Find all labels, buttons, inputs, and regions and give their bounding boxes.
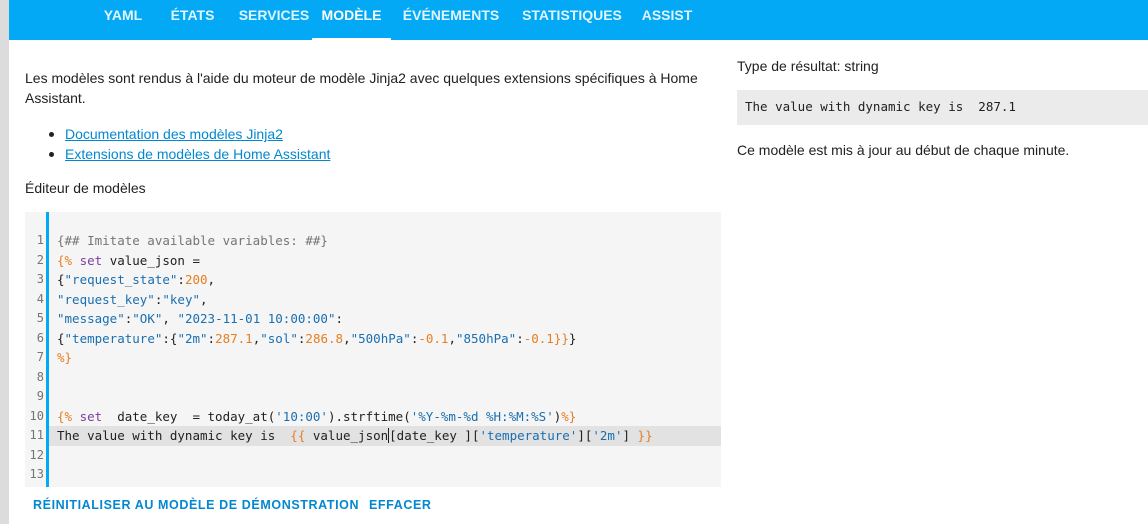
line-number: 6 [36,330,44,345]
ha-extensions-link[interactable]: Extensions de modèles de Home Assistant [65,146,330,162]
tab-states[interactable]: ÉTATS [158,0,227,40]
code-line[interactable]: %} [57,348,721,368]
line-number: 1 [36,233,44,247]
code-line[interactable]: "request_key":"key", [57,290,721,310]
reset-to-demo-button[interactable]: RÉINITIALISER AU MODÈLE DE DÉMONSTRATION [33,496,359,514]
line-number: 4 [36,291,44,306]
jinja2-docs-link[interactable]: Documentation des modèles Jinja2 [65,126,283,142]
code-line[interactable] [57,387,721,407]
code-line[interactable]: {% set date_key = today_at('10:00').strf… [57,407,721,427]
tab-assist[interactable]: ASSIST [633,0,701,40]
code-line[interactable]: The value with dynamic key is {{ value_j… [49,426,721,446]
line-number: 11 [29,428,44,442]
code-line[interactable]: {% set value_json = [57,251,721,271]
line-number: 9 [36,389,44,403]
result-type-label: Type de résultat: string [737,58,879,74]
tab-events[interactable]: ÉVÉNEMENTS [396,0,506,40]
line-number: 7 [36,350,44,364]
clear-button[interactable]: EFFACER [369,496,432,514]
update-frequency-note: Ce modèle est mis à jour au début de cha… [737,142,1070,158]
line-number: 2 [36,252,44,267]
template-doc-links: Documentation des modèles Jinja2 Extensi… [46,124,330,164]
code-line[interactable] [57,446,721,466]
template-code-editor[interactable]: 1 2 3 4 5 6 7 8 9 10 11 12 13 {## Imitat… [25,212,721,487]
editor-heading: Éditeur de modèles [25,180,146,196]
tab-yaml[interactable]: YAML [88,0,158,40]
line-number: 3 [36,272,44,286]
template-page: YAML ÉTATS SERVICES MODÈLE ÉVÉNEMENTS ST… [0,0,1148,524]
dev-tools-tab-bar: YAML ÉTATS SERVICES MODÈLE ÉVÉNEMENTS ST… [9,0,1148,40]
sidebar-edge [0,0,9,524]
line-number: 8 [36,369,44,384]
template-intro-text: Les modèles sont rendus à l'aide du mote… [25,70,698,106]
code-line[interactable]: "message":"OK", "2023-11-01 10:00:00": [57,309,721,329]
tab-template[interactable]: MODÈLE [312,0,391,40]
result-output-box: The value with dynamic key is 287.1 [737,90,1148,125]
code-line[interactable]: {"temperature":{"2m":287.1,"sol":286.8,"… [57,329,721,349]
result-output-text: The value with dynamic key is 287.1 [745,99,1016,114]
tab-services[interactable]: SERVICES [227,0,321,40]
code-line[interactable]: {## Imitate available variables: ##} [57,231,721,251]
line-number-gutter: 1 2 3 4 5 6 7 8 9 10 11 12 13 [25,231,46,485]
tab-statistics[interactable]: STATISTIQUES [511,0,633,40]
code-line[interactable] [57,368,721,388]
code-line[interactable]: {"request_state":200, [57,270,721,290]
line-number: 13 [29,467,44,481]
code-line[interactable] [57,465,721,485]
text-cursor [388,428,390,443]
list-item: Extensions de modèles de Home Assistant [46,144,330,164]
line-number: 12 [29,447,44,462]
line-number: 5 [36,311,44,325]
code-content[interactable]: {## Imitate available variables: ##} {% s… [49,231,721,485]
line-number: 10 [29,408,44,423]
list-item: Documentation des modèles Jinja2 [46,124,330,144]
editor-focus-rail [46,212,49,487]
